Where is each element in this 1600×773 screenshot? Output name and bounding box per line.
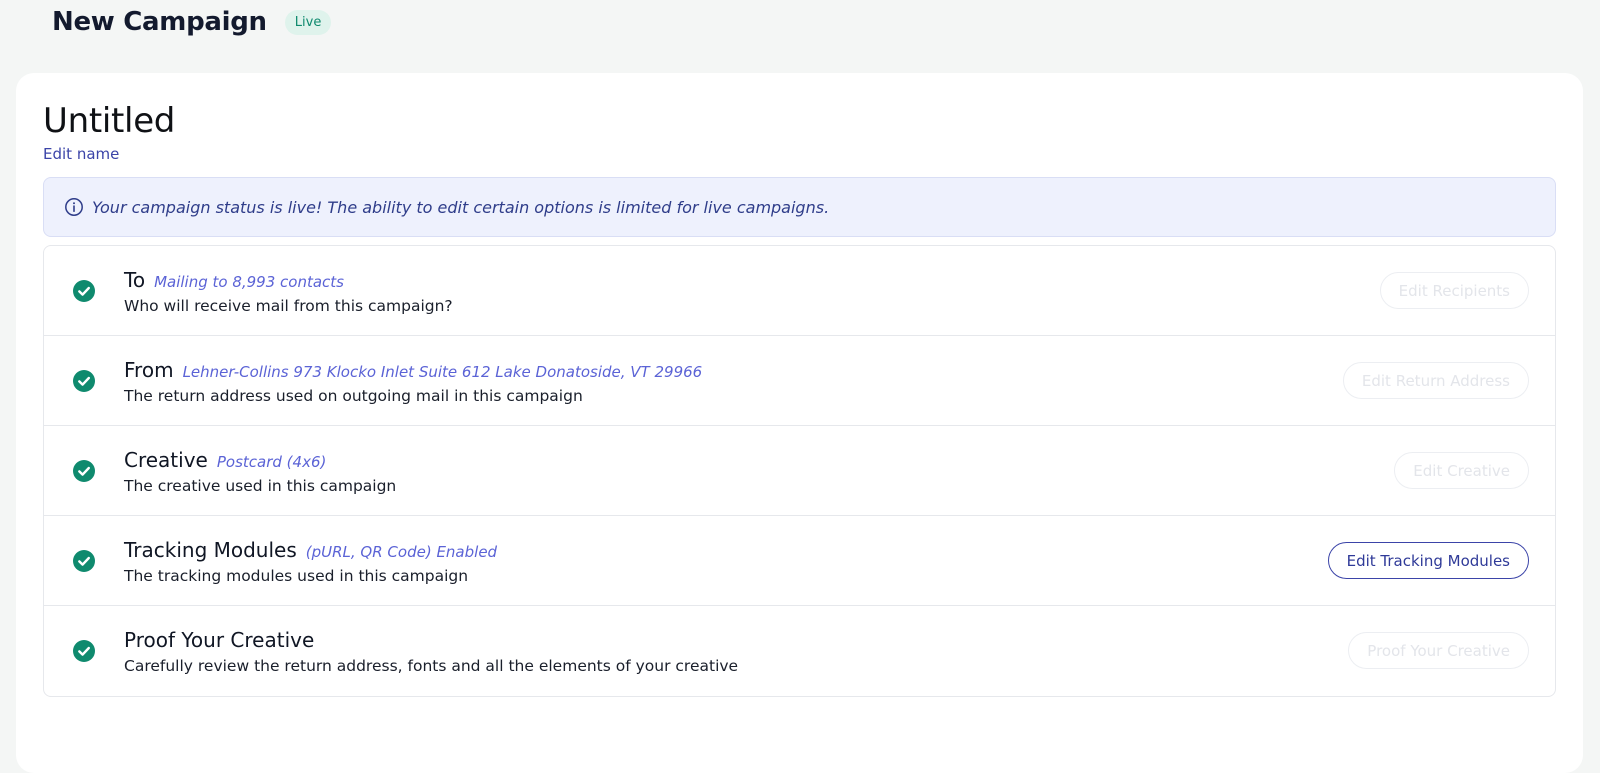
check-circle-icon (73, 370, 95, 392)
step-title: Tracking Modules (124, 538, 297, 562)
step-description: Carefully review the return address, fon… (124, 657, 739, 675)
status-badge: Live (284, 9, 332, 35)
check-circle-icon (73, 550, 95, 572)
campaign-steps: To Mailing to 8,993 contacts Who will re… (43, 245, 1556, 697)
step-title: From (124, 358, 174, 382)
step-meta: Mailing to 8,993 contacts (154, 273, 344, 291)
edit-tracking-modules-button[interactable]: Edit Tracking Modules (1327, 542, 1529, 579)
step-title: Proof Your Creative (124, 628, 315, 652)
step-meta: (pURL, QR Code) Enabled (305, 543, 498, 561)
step-title: Creative (124, 448, 208, 472)
step-description: Who will receive mail from this campaign… (124, 297, 453, 315)
check-circle-icon (73, 280, 95, 302)
live-status-alert: Your campaign status is live! The abilit… (43, 177, 1556, 237)
alert-text: Your campaign status is live! The abilit… (92, 197, 830, 217)
campaign-name: Untitled (43, 101, 176, 141)
step-to: To Mailing to 8,993 contacts Who will re… (44, 246, 1555, 336)
edit-return-address-button[interactable]: Edit Return Address (1342, 362, 1529, 399)
check-circle-icon (73, 640, 95, 662)
step-description: The return address used on outgoing mail… (124, 387, 583, 405)
step-description: The creative used in this campaign (124, 477, 397, 495)
page-header: New Campaign Live (52, 4, 332, 40)
edit-recipients-button[interactable]: Edit Recipients (1379, 272, 1529, 309)
step-creative: Creative Postcard (4x6) The creative use… (44, 426, 1555, 516)
campaign-card: Untitled Edit name Your campaign status … (16, 73, 1583, 773)
step-tracking-modules: Tracking Modules (pURL, QR Code) Enabled… (44, 516, 1555, 606)
edit-name-link[interactable]: Edit name (43, 145, 119, 163)
step-description: The tracking modules used in this campai… (124, 567, 469, 585)
step-title: To (124, 268, 146, 292)
step-meta: Postcard (4x6) (216, 453, 327, 471)
step-proof-creative: Proof Your Creative Carefully review the… (44, 606, 1555, 696)
info-icon (64, 197, 84, 217)
page-title: New Campaign (52, 7, 267, 37)
check-circle-icon (73, 460, 95, 482)
step-meta: Lehner-Collins 973 Klocko Inlet Suite 61… (182, 363, 703, 381)
edit-creative-button[interactable]: Edit Creative (1394, 452, 1529, 489)
step-from: From Lehner-Collins 973 Klocko Inlet Sui… (44, 336, 1555, 426)
proof-creative-button[interactable]: Proof Your Creative (1348, 632, 1529, 669)
